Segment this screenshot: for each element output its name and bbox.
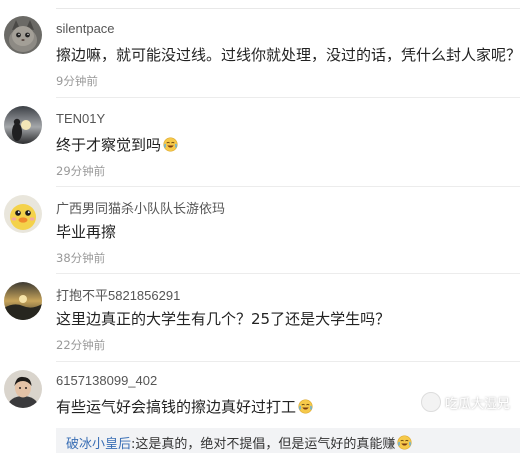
comment-text: 终于才察觉到吗 [56, 134, 178, 155]
comment-username[interactable]: silentpace [56, 21, 115, 36]
comment-username[interactable]: 6157138099_402 [56, 373, 157, 388]
reply-preview[interactable]: 破冰小皇后:这是真的，绝对不提倡，但是运气好的真能赚 [56, 428, 520, 453]
comment-divider [56, 273, 520, 274]
comment-divider [56, 361, 520, 362]
comment-text: 这里边真正的大学生有几个？25了还是大学生吗？ [56, 310, 391, 328]
laugh-cry-emoji [397, 435, 412, 450]
comment-username[interactable]: 广西男同猫杀小队队长游依玛 [56, 198, 225, 217]
laugh-cry-emoji [298, 399, 313, 414]
comment-text: 有些运气好会搞钱的擦边真好过打工 [56, 396, 313, 417]
reply-username[interactable]: 破冰小皇后 [66, 437, 131, 452]
comment-time: 9分钟前 [56, 74, 98, 88]
top-divider [56, 8, 520, 9]
comment-username[interactable]: 打抱不平5821856291 [56, 285, 180, 304]
cat-avatar[interactable] [4, 16, 42, 54]
laugh-cry-emoji [163, 137, 178, 152]
comment-text: 毕业再擦 [56, 223, 117, 241]
reply-content: 破冰小皇后:这是真的，绝对不提倡，但是运气好的真能赚 [66, 433, 412, 452]
comment-divider [56, 97, 520, 98]
watermark: 吃瓜大湿兄 [420, 392, 510, 412]
comment-username[interactable]: TEN01Y [56, 111, 105, 126]
landscape-avatar[interactable] [4, 282, 42, 320]
watermark-logo-icon [420, 392, 441, 412]
comment-text-content: 有些运气好会搞钱的擦边真好过打工 [56, 398, 297, 416]
sunset-avatar[interactable] [4, 106, 42, 144]
comment-text: 擦边嘛，就可能没过线。过线你就处理，没过的话，凭什么封人家呢？ [56, 46, 520, 64]
comment-time: 38分钟前 [56, 251, 106, 265]
reply-text: :这是真的，绝对不提倡，但是运气好的真能赚 [131, 437, 396, 452]
comment-time: 22分钟前 [56, 338, 106, 352]
watermark-text: 吃瓜大湿兄 [444, 397, 510, 412]
person-avatar[interactable] [4, 370, 42, 408]
comment-text-content: 终于才察觉到吗 [56, 136, 162, 154]
duck-avatar[interactable] [4, 195, 42, 233]
comment-time: 29分钟前 [56, 164, 106, 178]
comment-divider [56, 186, 520, 187]
